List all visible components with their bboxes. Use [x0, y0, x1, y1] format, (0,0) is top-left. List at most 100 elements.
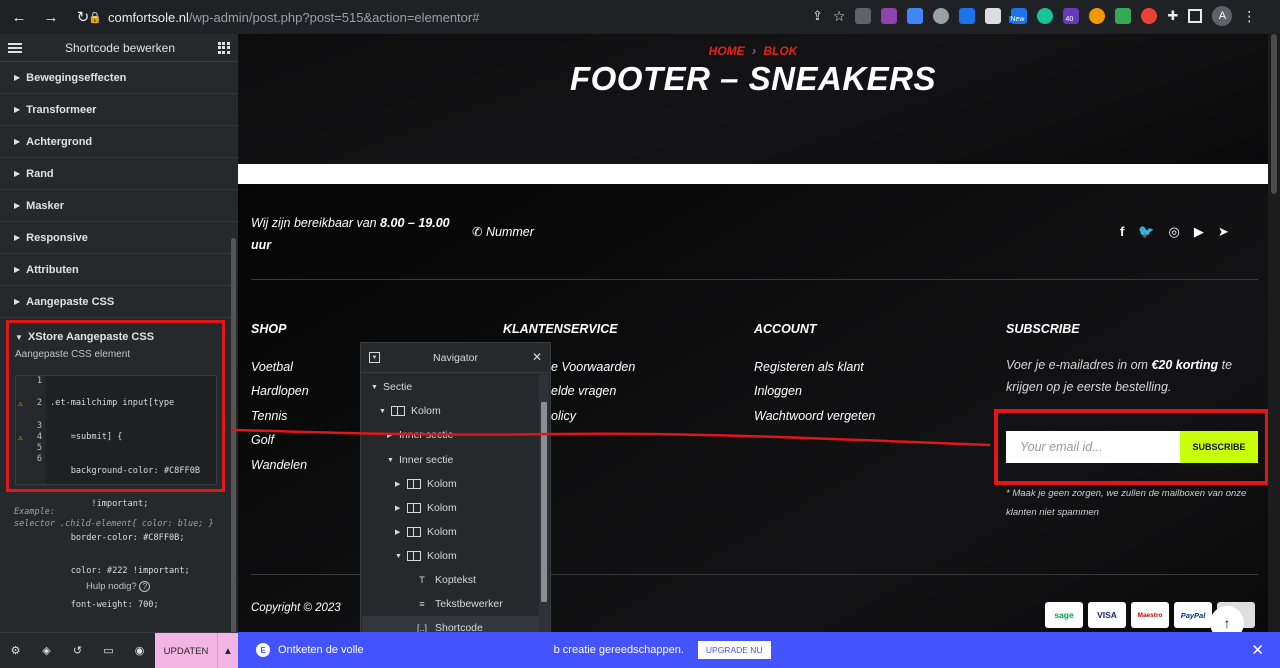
breadcrumb: HOME › BLOK	[238, 44, 1268, 58]
nav-item-label: Koptekst	[435, 574, 476, 586]
youtube-icon[interactable]: ▶	[1194, 224, 1204, 240]
share-icon[interactable]: ⇪	[812, 8, 823, 24]
grammarly-extension-icon[interactable]	[1037, 8, 1054, 24]
feather-extension-icon[interactable]	[881, 8, 898, 24]
minimize-icon[interactable]: ▼	[369, 352, 380, 363]
css-code-editor[interactable]: 1 ⚠ 2 3 ⚠ 4 5 6 .et-mailchimp input[type =…	[15, 375, 217, 644]
section-responsive[interactable]: ▶ Responsive	[0, 222, 238, 254]
shop-link[interactable]: Tennis	[251, 409, 287, 423]
white-divider-strip	[238, 164, 1268, 184]
telegram-icon[interactable]: ➤	[1218, 224, 1229, 240]
history-icon[interactable]: ↺	[62, 644, 93, 657]
settings-gear-icon[interactable]: ⚙	[0, 644, 31, 657]
nav-item-inner-sectie[interactable]: ▶ Inner sectie	[387, 423, 453, 447]
section-transformeer[interactable]: ▶ Transformeer	[0, 94, 238, 126]
navigator-scrollbar[interactable]	[539, 374, 549, 659]
camera-extension-icon[interactable]	[985, 8, 1002, 24]
nav-item-inner-sectie[interactable]: ▼ Inner sectie	[387, 448, 453, 472]
section-masker[interactable]: ▶ Masker	[0, 190, 238, 222]
subscribe-button[interactable]: SUBSCRIBE	[1180, 431, 1258, 463]
section-list: ▶ Bewegingseffecten ▶ Transformeer ▶ Achter…	[0, 62, 238, 318]
widgets-grid-icon[interactable]	[217, 41, 230, 54]
line-number-row: ⚠ 4	[16, 432, 46, 443]
forward-icon[interactable]: →	[38, 4, 64, 30]
nav-item-label: Inner sectie	[399, 429, 454, 441]
preview-eye-icon[interactable]: ◉	[124, 644, 155, 657]
maestro-logo: Maestro	[1131, 602, 1169, 628]
address-bar[interactable]: 🔒 comfortsole.nl /wp-admin/post.php?post…	[88, 4, 870, 30]
chrome-extension-icon[interactable]	[1141, 8, 1158, 24]
puzzle-icon[interactable]: ✚	[1167, 8, 1178, 24]
account-link[interactable]: Wachtwoord vergeten	[754, 409, 875, 423]
warning-icon: ⚠	[18, 433, 23, 443]
nav-item-kolom[interactable]: ▶ Kolom	[395, 520, 457, 544]
navigator-header[interactable]: ▼ Navigator ✕	[361, 343, 550, 373]
menu-dots-icon[interactable]: ⋮	[1242, 8, 1256, 25]
subscribe-heading: SUBSCRIBE	[1006, 322, 1080, 336]
phone-icon: ✆	[472, 225, 483, 239]
update-options-chevron-icon[interactable]: ▲	[217, 633, 238, 668]
back-icon[interactable]: ←	[6, 4, 32, 30]
nav-item-label: Kolom	[427, 550, 457, 562]
twitter-icon[interactable]: 🐦	[1138, 224, 1154, 240]
layers-icon[interactable]: ◈	[31, 644, 62, 657]
profile-avatar[interactable]: A	[1212, 6, 1233, 26]
update-button[interactable]: UPDATEN	[155, 633, 217, 668]
new-extension-icon[interactable]: New	[1009, 8, 1028, 24]
line-number: 4	[36, 432, 42, 443]
nav-item-koptekst[interactable]: T Koptekst	[415, 568, 476, 592]
facebook-icon[interactable]: f	[1120, 224, 1124, 240]
xstore-css-heading[interactable]: ▼ XStore Aangepaste CSS	[9, 323, 222, 349]
caret-right-icon: ▶	[14, 265, 21, 274]
orange-extension-icon[interactable]	[1089, 8, 1106, 24]
code-line: =submit] {	[50, 432, 123, 443]
close-icon[interactable]: ✕	[532, 350, 542, 364]
upgrade-button[interactable]: UPGRADE NU	[697, 641, 771, 659]
shop-link[interactable]: Golf	[251, 433, 274, 447]
globe-extension-icon[interactable]	[933, 8, 950, 24]
service-link[interactable]: olicy	[551, 409, 576, 423]
account-link[interactable]: Inloggen	[754, 384, 802, 398]
color-extension-icon[interactable]	[1115, 8, 1132, 24]
recycle-extension-icon[interactable]	[855, 8, 872, 24]
section-attributen[interactable]: ▶ Attributen	[0, 254, 238, 286]
responsive-mode-icon[interactable]: ▭	[93, 644, 124, 657]
nav-item-kolom[interactable]: ▶ Kolom	[395, 496, 457, 520]
counter-extension-icon[interactable]: 40	[1063, 8, 1080, 24]
section-aangepaste-css[interactable]: ▶ Aangepaste CSS	[0, 286, 238, 318]
breadcrumb-home[interactable]: HOME	[709, 44, 745, 58]
email-input[interactable]: Your email id...	[1006, 431, 1180, 463]
section-achtergrond[interactable]: ▶ Achtergrond	[0, 126, 238, 158]
page-scrollbar[interactable]	[1268, 34, 1280, 632]
account-link[interactable]: Registeren als klant	[754, 360, 864, 374]
column-icon	[407, 527, 421, 537]
code-line: font-weight: 700;	[50, 600, 159, 611]
sidepanel-icon[interactable]	[1188, 9, 1203, 23]
service-link[interactable]: e Voorwaarden	[551, 360, 635, 374]
caret-right-icon: ▶	[14, 137, 21, 146]
nav-item-kolom[interactable]: ▼ Kolom	[379, 399, 441, 423]
translate-extension-icon[interactable]	[959, 8, 976, 24]
section-rand[interactable]: ▶ Rand	[0, 158, 238, 190]
sage-pay-logo: sage	[1045, 602, 1083, 628]
nav-item-sectie[interactable]: ▼ Sectie	[371, 375, 412, 399]
nav-item-kolom[interactable]: ▶ Kolom	[395, 472, 457, 496]
nav-item-kolom[interactable]: ▼ Kolom	[395, 544, 457, 568]
shop-link[interactable]: Hardlopen	[251, 384, 309, 398]
panel-scrollbar[interactable]	[231, 238, 236, 634]
close-banner-icon[interactable]: ✕	[1251, 641, 1264, 659]
social-links: f 🐦 ◎ ▶ ➤	[1120, 224, 1229, 240]
breadcrumb-blog[interactable]: BLOK	[763, 44, 797, 58]
help-link[interactable]: Hulp nodig? ?	[86, 581, 151, 592]
nav-item-tekstbewerker[interactable]: ≡ Tekstbewerker	[415, 592, 502, 616]
instagram-icon[interactable]: ◎	[1169, 224, 1180, 240]
shop-link[interactable]: Voetbal	[251, 360, 293, 374]
phone-contact[interactable]: ✆ Nummer	[472, 224, 534, 239]
hamburger-menu-icon[interactable]	[8, 42, 22, 53]
doc-extension-icon[interactable]	[907, 8, 924, 24]
nav-item-label: Kolom	[411, 405, 441, 417]
section-bewegingseffecten[interactable]: ▶ Bewegingseffecten	[0, 62, 238, 94]
shop-link[interactable]: Wandelen	[251, 458, 307, 472]
service-link[interactable]: elde vragen	[551, 384, 616, 398]
bookmark-star-icon[interactable]: ☆	[833, 8, 846, 25]
